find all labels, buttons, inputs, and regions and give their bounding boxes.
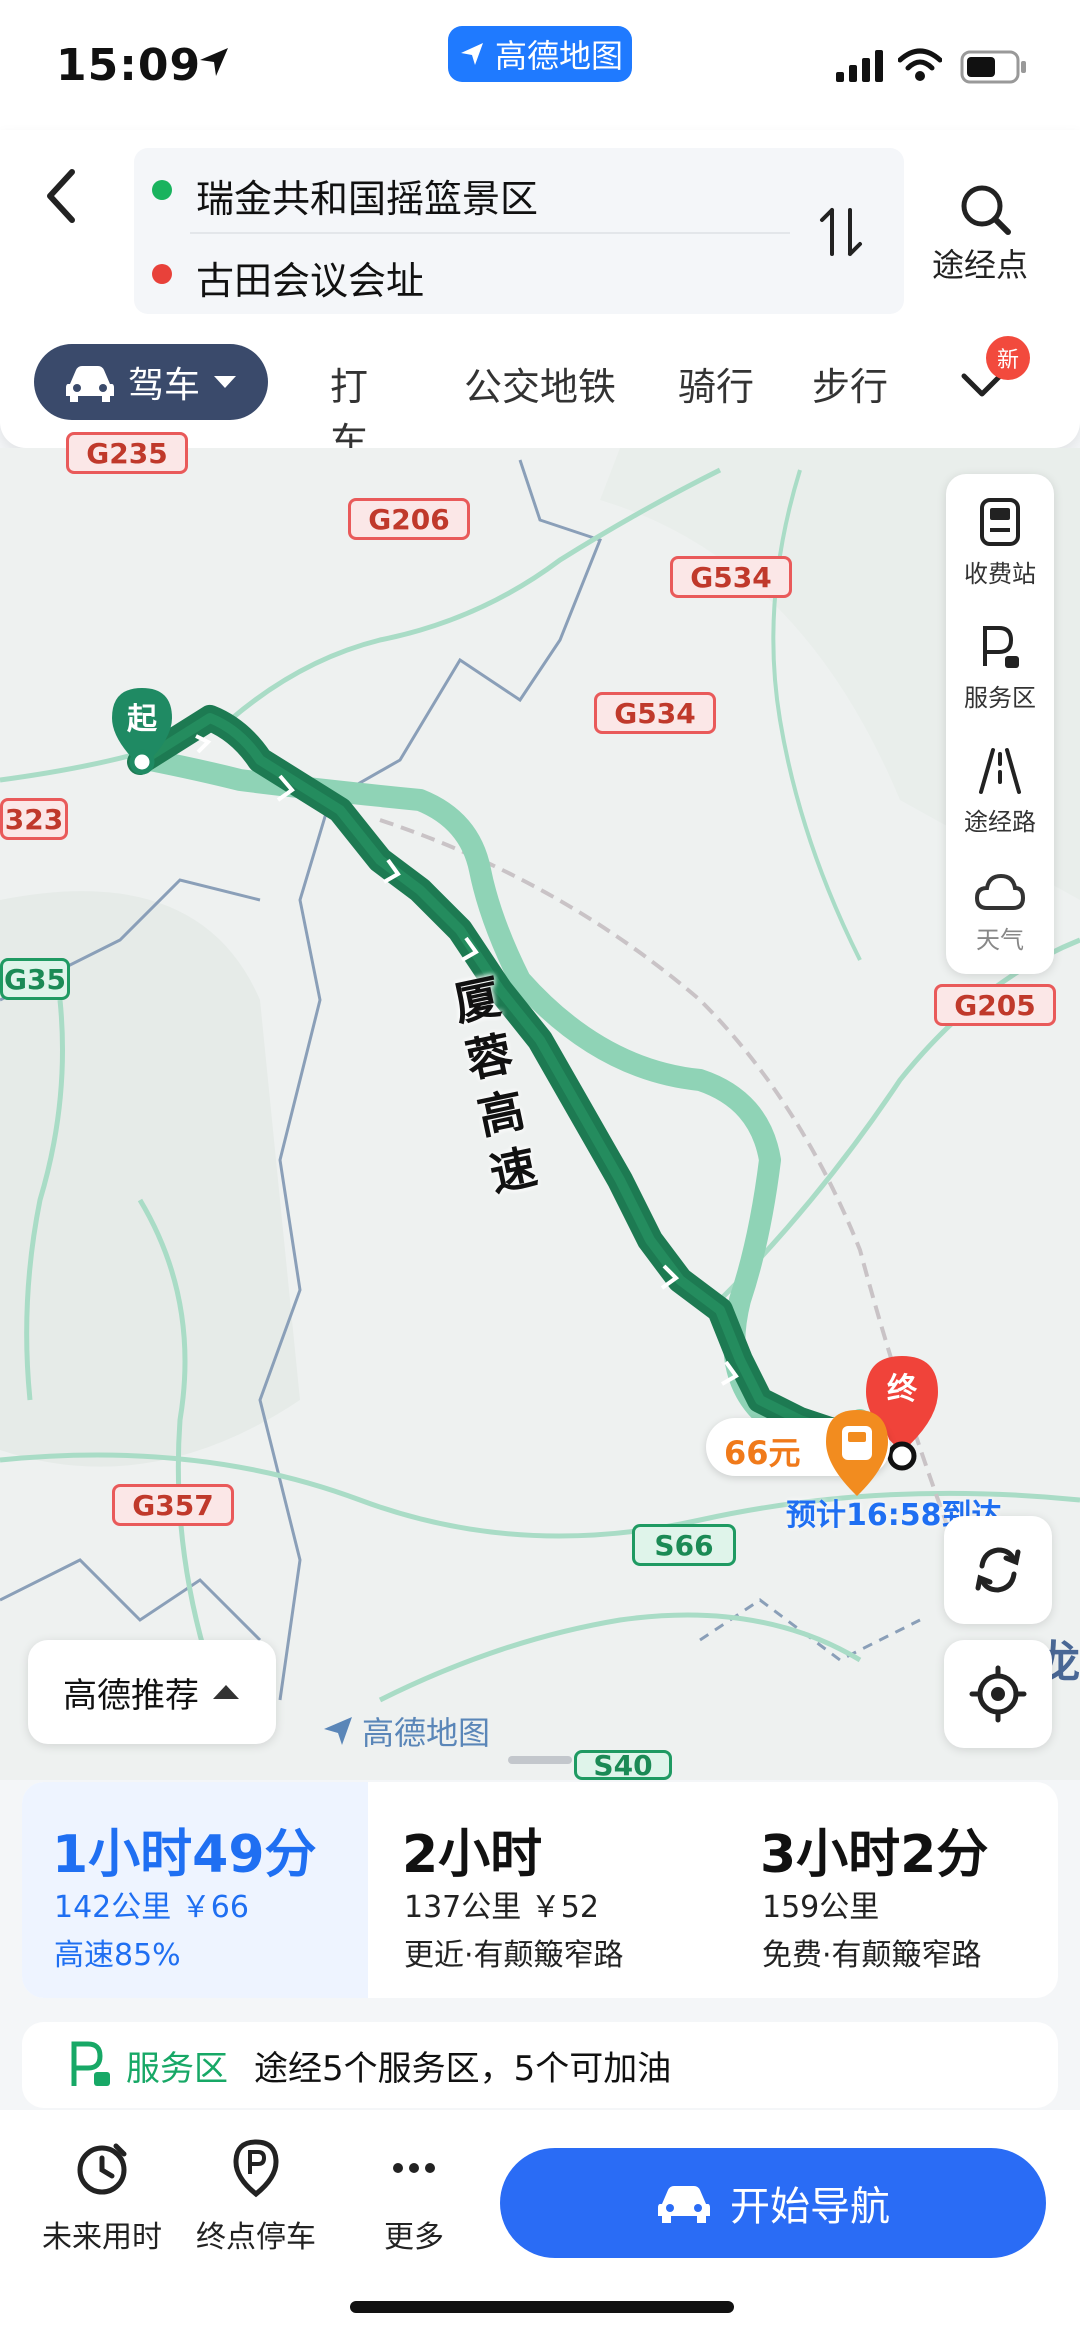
- more-dots-icon: [393, 2163, 435, 2173]
- route-2-distance: 137公里 ￥52: [404, 1890, 599, 1925]
- clock-icon: [77, 2143, 127, 2195]
- service-area-icon: [71, 2041, 110, 2086]
- road-shield-g357: G357: [112, 1484, 234, 1526]
- sheet-grabber[interactable]: [508, 1756, 572, 1764]
- service-area-tool[interactable]: 服务区: [946, 622, 1054, 713]
- tab-drive[interactable]: 驾车: [34, 344, 268, 420]
- app-label: 高德地图: [494, 37, 623, 75]
- map-canvas: [0, 448, 1080, 1780]
- parking-pin-icon: [233, 2139, 279, 2198]
- recommend-label: 高德推荐: [63, 1675, 199, 1716]
- waypoint-button[interactable]: 途经点: [932, 240, 1028, 286]
- route-2-note: 更近·有颠簸窄路: [404, 1938, 624, 1973]
- route-2-duration: 2小时: [402, 1825, 543, 1885]
- start-navigation-label: 开始导航: [730, 2184, 890, 2230]
- destination-field[interactable]: 古田会议会址: [196, 250, 424, 305]
- weather-tool[interactable]: 天气: [946, 870, 1054, 955]
- toll-station-pin-icon: [826, 1410, 888, 1496]
- destination-dot-icon: [152, 264, 172, 284]
- toll-station-icon: [980, 498, 1020, 546]
- battery-icon: [960, 50, 1026, 84]
- cloud-icon: [974, 873, 1026, 910]
- search-icon[interactable]: [958, 182, 1014, 238]
- route-1-duration: 1小时49分: [52, 1825, 317, 1885]
- status-time: 15:09: [56, 40, 202, 91]
- route-option-1[interactable]: 1小时49分 142公里 ￥66 高速85%: [22, 1782, 368, 1998]
- wifi-icon: [898, 48, 942, 81]
- locate-icon: [969, 1665, 1027, 1723]
- service-area-text: 途经5个服务区，5个可加油: [254, 2048, 672, 2089]
- route-option-2[interactable]: 2小时 137公里 ￥52 更近·有颠簸窄路: [402, 1782, 722, 1998]
- road-shield-g534-b: G534: [594, 692, 716, 734]
- destination-parking-label: 终点停车: [196, 2220, 316, 2255]
- origin-field[interactable]: 瑞金共和国摇篮景区: [196, 168, 538, 223]
- road-shield-g35: G35: [0, 958, 70, 1000]
- route-3-note: 免费·有颠簸窄路: [762, 1938, 982, 1973]
- home-indicator[interactable]: [350, 2301, 734, 2313]
- tab-transit[interactable]: 公交地铁: [464, 356, 616, 411]
- road-shield-g235: G235: [66, 432, 188, 474]
- future-time-label: 未来用时: [42, 2220, 162, 2255]
- road-shield-s66: S66: [632, 1524, 736, 1566]
- tab-drive-label: 驾车: [127, 365, 200, 406]
- road-shield-g534-a: G534: [670, 556, 792, 598]
- route-divider: [190, 232, 790, 234]
- gaode-logo-icon: [460, 43, 483, 65]
- refresh-icon: [975, 1547, 1021, 1593]
- recommend-selector[interactable]: 高德推荐: [28, 1640, 276, 1744]
- back-chevron-icon[interactable]: [40, 166, 84, 226]
- map-watermark: 高德地图: [320, 1708, 490, 1754]
- locate-button[interactable]: [944, 1640, 1052, 1748]
- service-area-tool-label: 服务区: [964, 684, 1036, 712]
- start-pin-label[interactable]: 起: [124, 694, 160, 738]
- app-back-pill[interactable]: 高德地图: [448, 26, 632, 82]
- future-time-button[interactable]: 未来用时: [32, 2138, 172, 2256]
- road-shield-323: 323: [0, 798, 68, 840]
- caret-down-icon: [214, 376, 236, 388]
- more-label: 更多: [384, 2220, 444, 2255]
- road-shield-g206: G206: [348, 498, 470, 540]
- route-3-duration: 3小时2分: [760, 1825, 989, 1885]
- via-road-tool-label: 途经路: [964, 808, 1036, 836]
- signal-icon: [836, 50, 883, 82]
- gaode-watermark-icon: [324, 1717, 352, 1745]
- toll-amount: 66元: [724, 1434, 801, 1472]
- refresh-route-button[interactable]: [944, 1516, 1052, 1624]
- route-1-note: 高速85%: [54, 1938, 181, 1973]
- car-icon: [658, 2186, 710, 2223]
- new-badge: 新: [986, 336, 1030, 380]
- toll-station-tool-label: 收费站: [964, 560, 1036, 588]
- service-area-bar[interactable]: 服务区 途经5个服务区，5个可加油: [22, 2022, 1058, 2108]
- map-tools-panel: 收费站 服务区 途经路 天气: [946, 474, 1054, 974]
- origin-dot-icon: [152, 180, 172, 200]
- watermark-label: 高德地图: [362, 1714, 491, 1752]
- route-1-distance: 142公里 ￥66: [54, 1890, 249, 1925]
- weather-tool-label: 天气: [976, 926, 1024, 954]
- road-icon: [979, 748, 1021, 794]
- more-button[interactable]: 更多: [344, 2138, 484, 2256]
- route-option-3[interactable]: 3小时2分 159公里 免费·有颠簸窄路: [760, 1782, 1058, 1998]
- car-icon: [65, 366, 114, 402]
- route-options: 1小时49分 142公里 ￥66 高速85% 2小时 137公里 ￥52 更近·…: [22, 1782, 1058, 1998]
- service-area-label: 服务区: [126, 2048, 228, 2089]
- start-navigation-button[interactable]: 开始导航: [500, 2148, 1046, 2258]
- destination-parking-button[interactable]: 终点停车: [186, 2138, 326, 2256]
- toll-station-tool[interactable]: 收费站: [946, 498, 1054, 589]
- parking-cup-icon: [983, 626, 1019, 668]
- route-3-distance: 159公里: [762, 1890, 880, 1925]
- via-road-tool[interactable]: 途经路: [946, 746, 1054, 837]
- road-shield-g205: G205: [934, 984, 1056, 1026]
- end-pin-label[interactable]: 终: [884, 1364, 920, 1408]
- tab-walking[interactable]: 步行: [812, 356, 888, 411]
- tab-cycling[interactable]: 骑行: [678, 356, 754, 411]
- location-arrow-icon: [200, 48, 228, 76]
- map-view[interactable]: [0, 448, 1080, 1780]
- swap-icon[interactable]: [818, 204, 866, 260]
- road-shield-s40: S40: [574, 1750, 672, 1780]
- caret-up-icon: [213, 1685, 239, 1699]
